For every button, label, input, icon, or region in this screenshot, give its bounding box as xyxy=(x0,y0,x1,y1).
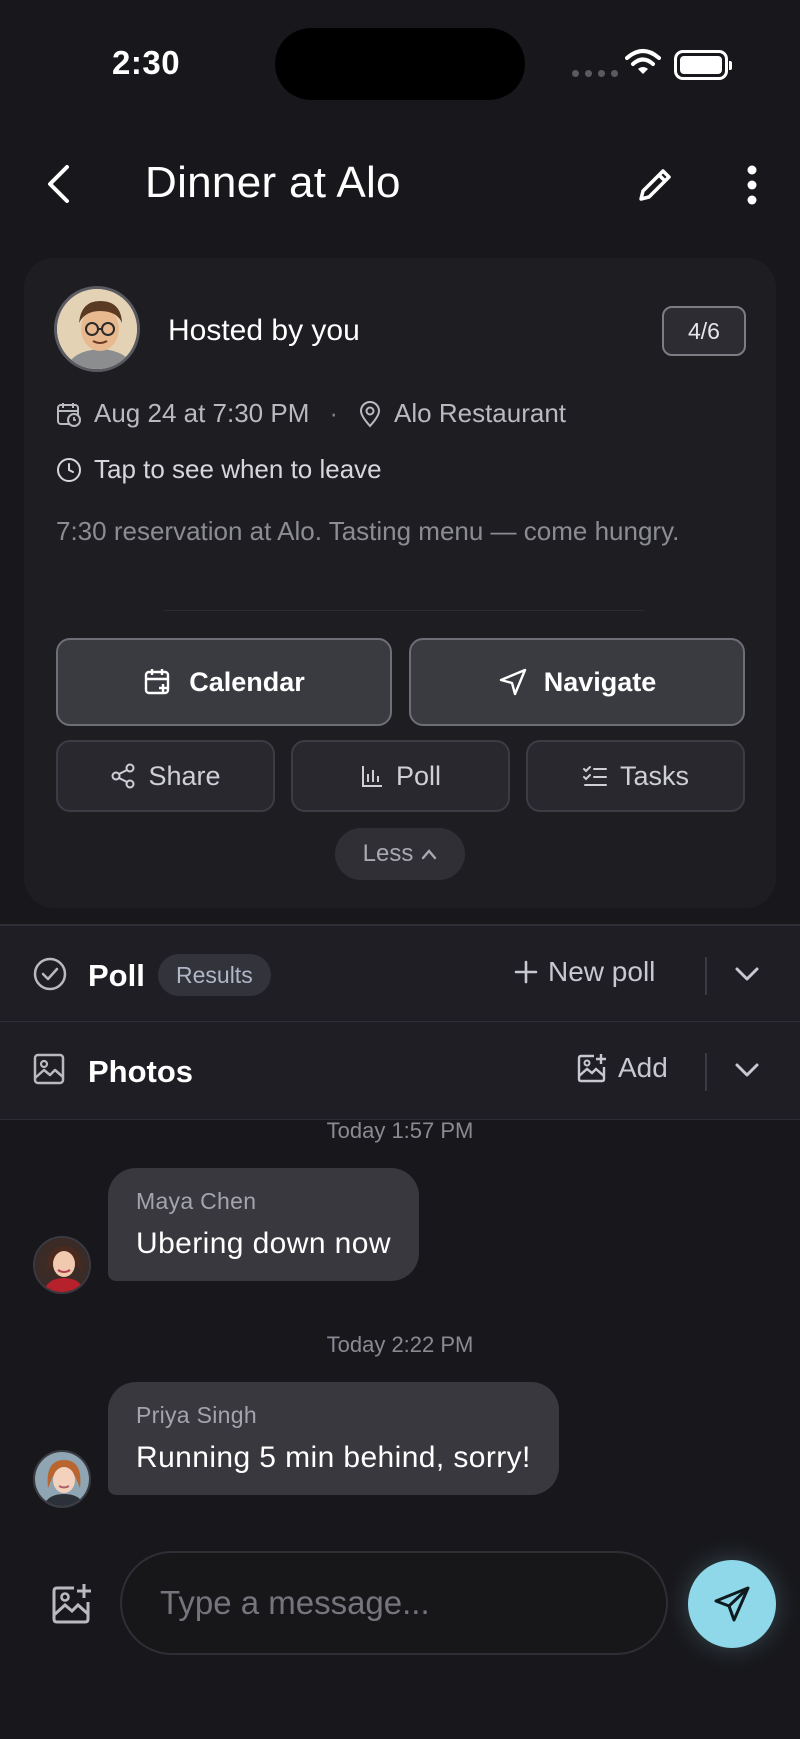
photos-section-title: Photos xyxy=(88,1054,194,1089)
results-badge[interactable]: Results xyxy=(158,954,271,996)
calendar-button-label: Calendar xyxy=(189,666,305,697)
plus-icon xyxy=(514,960,538,984)
share-button[interactable]: Share xyxy=(56,740,275,812)
attendee-count-badge[interactable]: 4/6 xyxy=(662,306,746,356)
calendar-plus-icon xyxy=(145,669,170,695)
message-input[interactable] xyxy=(120,1551,668,1655)
poll-section[interactable]: Poll Results New poll xyxy=(0,924,800,1022)
message-sender: Maya Chen xyxy=(136,1188,257,1214)
more-vertical-icon xyxy=(747,165,757,205)
navigate-button-label: Navigate xyxy=(543,666,657,697)
share-icon xyxy=(111,763,135,789)
status-time: 2:30 xyxy=(112,44,181,81)
send-button[interactable] xyxy=(688,1560,776,1648)
status-bar: 2:30 xyxy=(0,0,800,130)
chevron-up-icon xyxy=(422,849,437,860)
navigation-arrow-icon xyxy=(499,668,526,696)
chevron-down-icon[interactable] xyxy=(732,1055,762,1085)
section-separator xyxy=(705,1053,707,1091)
navigate-button[interactable]: Navigate xyxy=(409,638,745,726)
collapse-button-label: Less xyxy=(362,840,414,867)
cellular-signal-icon xyxy=(572,70,618,77)
event-card: Hosted by you 4/6 Aug 24 at 7:30 PM · Al… xyxy=(24,258,776,908)
image-plus-icon xyxy=(577,1054,606,1083)
photos-section[interactable]: Photos Add xyxy=(0,1022,800,1120)
add-photo-button[interactable]: Add xyxy=(576,1052,668,1084)
tasks-button[interactable]: Tasks xyxy=(526,740,745,812)
send-icon xyxy=(714,1586,750,1622)
new-poll-button[interactable]: New poll xyxy=(514,956,655,988)
dynamic-island xyxy=(275,28,525,100)
leave-time-hint[interactable]: Tap to see when to leave xyxy=(56,454,382,485)
pencil-icon xyxy=(639,169,671,201)
bar-chart-icon xyxy=(361,766,382,787)
page-title: Dinner at Alo xyxy=(145,158,401,207)
share-button-label: Share xyxy=(148,760,221,791)
wifi-icon xyxy=(625,48,661,76)
clock-icon xyxy=(57,457,81,482)
poll-button[interactable]: Poll xyxy=(291,740,510,812)
image-plus-icon xyxy=(52,1584,91,1624)
event-date-time: Aug 24 at 7:30 PM xyxy=(94,398,310,428)
host-avatar xyxy=(54,286,140,372)
calendar-clock-icon xyxy=(57,402,81,427)
more-options-button[interactable] xyxy=(732,160,772,210)
event-meta-row: Aug 24 at 7:30 PM · Alo Restaurant xyxy=(56,398,566,429)
poll-button-label: Poll xyxy=(395,760,442,791)
message-text: Running 5 min behind, sorry! xyxy=(136,1441,531,1474)
leave-hint-text: Tap to see when to leave xyxy=(94,454,382,484)
message-text: Ubering down now xyxy=(136,1227,391,1260)
event-location[interactable]: Alo Restaurant xyxy=(394,398,566,429)
attach-photo-button[interactable] xyxy=(46,1578,98,1630)
new-poll-label: New poll xyxy=(548,956,656,987)
edit-button[interactable] xyxy=(630,160,680,210)
message-bubble[interactable]: Maya Chen Ubering down now xyxy=(108,1168,419,1281)
message-timestamp: Today 1:57 PM xyxy=(326,1118,474,1143)
section-separator xyxy=(705,957,707,995)
poll-section-title: Poll xyxy=(88,958,145,993)
avatar[interactable] xyxy=(33,1236,91,1294)
checklist-icon xyxy=(582,766,607,786)
calendar-button[interactable]: Calendar xyxy=(56,638,392,726)
message-sender: Priya Singh xyxy=(136,1402,257,1428)
image-icon xyxy=(33,1053,65,1085)
header: Dinner at Alo xyxy=(0,140,800,230)
back-arrow-icon xyxy=(48,165,69,203)
host-label: Hosted by you xyxy=(168,314,360,347)
collapse-button[interactable]: Less xyxy=(335,828,465,880)
battery-icon xyxy=(674,50,732,80)
card-divider xyxy=(164,610,644,611)
check-circle-icon xyxy=(33,957,67,991)
message-timestamp: Today 2:22 PM xyxy=(326,1332,474,1357)
add-photo-label: Add xyxy=(618,1052,668,1083)
chevron-down-icon[interactable] xyxy=(732,959,762,989)
tasks-button-label: Tasks xyxy=(619,760,690,791)
meta-separator: · xyxy=(329,398,339,428)
event-description: 7:30 reservation at Alo. Tasting menu — … xyxy=(56,516,680,546)
map-pin-icon xyxy=(360,400,381,427)
avatar[interactable] xyxy=(33,1450,91,1508)
message-bubble[interactable]: Priya Singh Running 5 min behind, sorry! xyxy=(108,1382,559,1495)
back-button[interactable] xyxy=(36,162,80,206)
